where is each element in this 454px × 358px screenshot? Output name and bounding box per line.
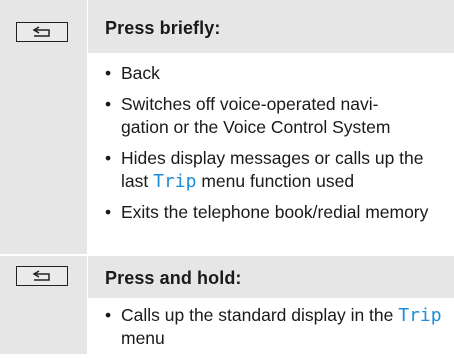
key-function-table: Press briefly: Back Switches off voice-o… <box>0 0 454 354</box>
back-key-icon <box>16 266 68 286</box>
description-cell-2: Press and hold: Calls up the standard di… <box>88 254 454 354</box>
press-and-hold-list: Calls up the standard display in the Tri… <box>105 304 448 358</box>
back-key-icon <box>16 22 68 42</box>
press-and-hold-heading: Press and hold: <box>105 268 242 288</box>
trip-menu-link: Trip <box>153 171 197 192</box>
description-cell-1: Press briefly: Back Switches off voice-o… <box>88 0 454 254</box>
list-item: Calls up the standard display in the Tri… <box>105 304 448 350</box>
trip-menu-link: Trip <box>398 305 442 326</box>
list-item: Back <box>105 62 448 85</box>
list-item: Switches off voice-operated navi-gation … <box>105 93 448 139</box>
press-briefly-heading: Press briefly: <box>105 18 221 38</box>
key-icon-cell-1 <box>0 0 88 254</box>
key-icon-cell-2 <box>0 254 88 354</box>
list-item: Hides display messages or calls up the l… <box>105 147 448 193</box>
list-item: Exits the telephone book/redial memory <box>105 201 448 224</box>
press-briefly-list: Back Switches off voice-operated navi-ga… <box>105 62 448 232</box>
